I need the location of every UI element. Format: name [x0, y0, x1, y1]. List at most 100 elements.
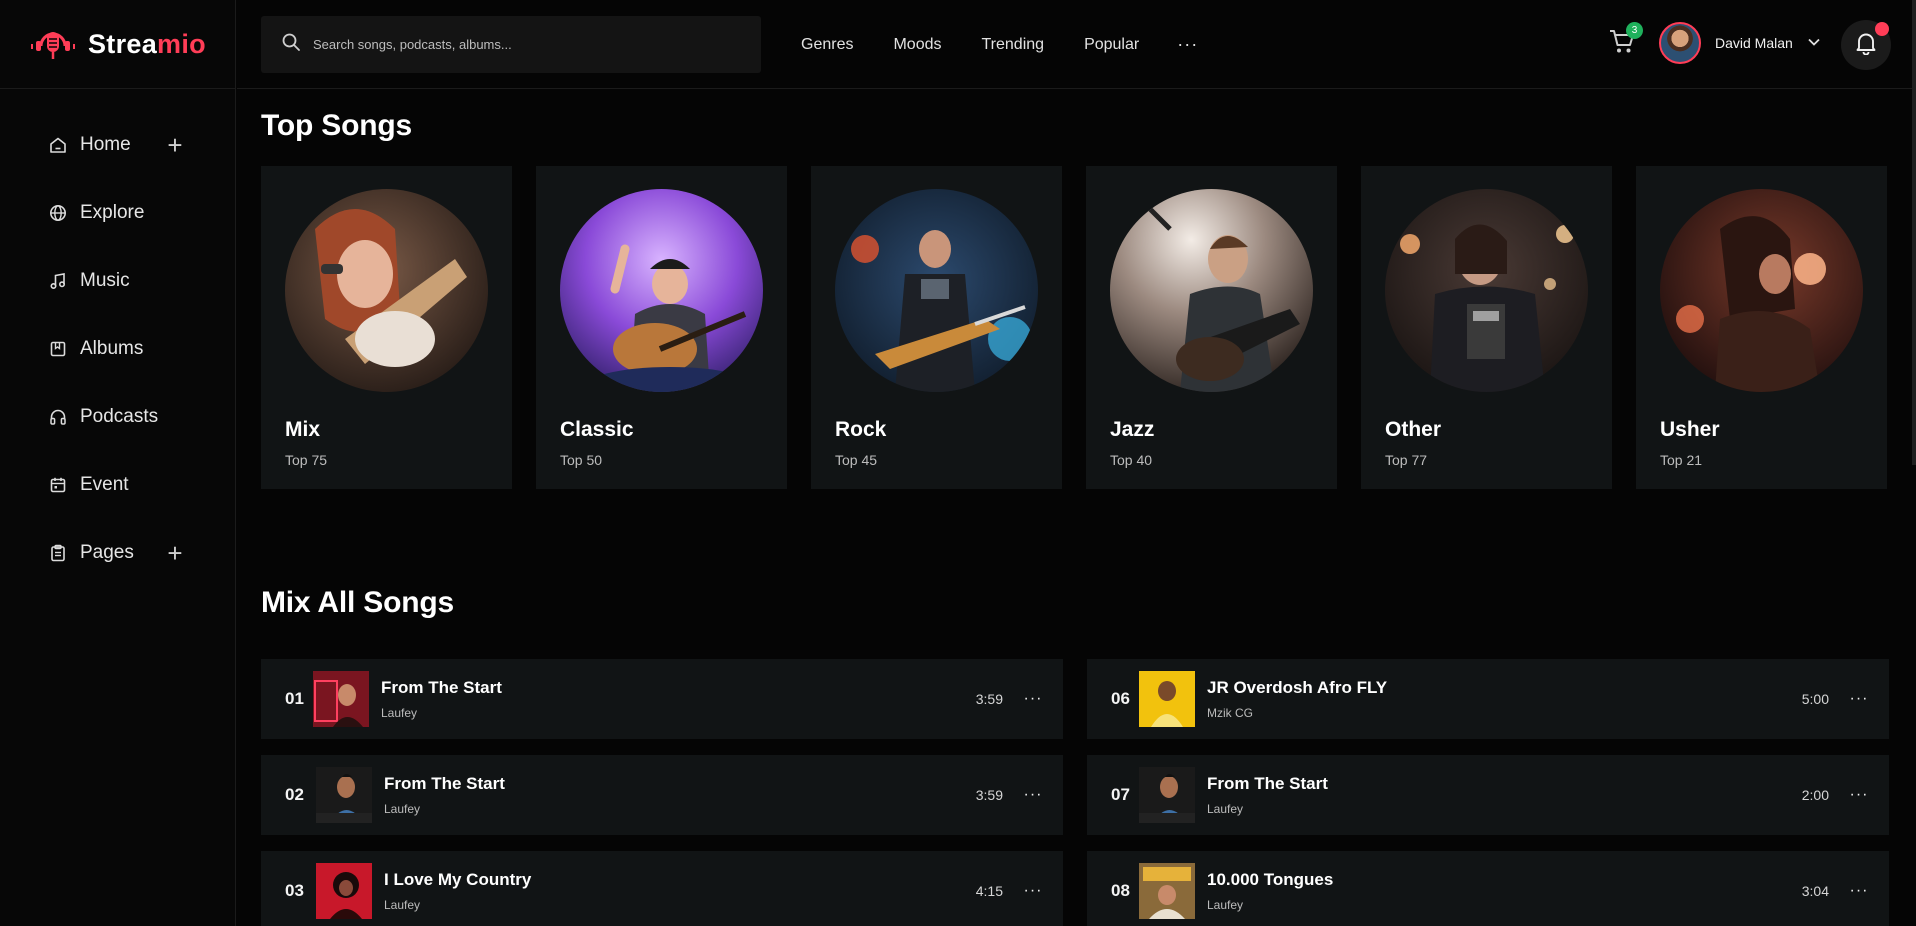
clipboard-icon [48, 543, 68, 563]
song-cover-image [1139, 767, 1195, 823]
song-more-button[interactable]: ··· [1829, 786, 1889, 804]
song-row[interactable]: 03 I Love My Country Laufey 4:15 ··· [261, 851, 1063, 926]
search-input[interactable] [313, 37, 733, 52]
section-title-top-songs: Top Songs [261, 109, 412, 142]
song-more-button[interactable]: ··· [1003, 882, 1063, 900]
genre-count: Top 21 [1660, 452, 1703, 468]
song-row[interactable]: 06 JR Overdosh Afro FLY Mzik CG 5:00 ··· [1087, 659, 1889, 739]
song-cover-image [313, 671, 369, 727]
song-duration: 3:59 [975, 787, 1003, 803]
genre-cover-image [1110, 189, 1313, 392]
genre-count: Top 40 [1110, 452, 1153, 468]
song-row[interactable]: 02 From The Start Laufey 3:59 ··· [261, 755, 1063, 835]
section-title-mix-all-songs: Mix All Songs [261, 586, 454, 619]
sidebar: Streamio Home + Explore Music Albums Pod… [0, 0, 236, 926]
song-duration: 3:59 [975, 691, 1003, 707]
song-number: 01 [285, 689, 304, 708]
sidebar-item-label: Podcasts [80, 406, 159, 427]
song-duration: 3:04 [1801, 883, 1829, 899]
sidebar-item-label: Home [80, 134, 131, 155]
nav-popular[interactable]: Popular [1084, 36, 1139, 54]
song-info: From The Start Laufey [1207, 774, 1769, 816]
genre-card-other[interactable]: Other Top 77 [1361, 166, 1612, 489]
microphone-logo-icon [28, 24, 78, 64]
avatar [1659, 22, 1701, 64]
song-number: 02 [285, 785, 304, 804]
user-name: David Malan [1715, 35, 1793, 51]
genre-cover-image [835, 189, 1038, 392]
sidebar-item-albums[interactable]: Albums [0, 315, 235, 383]
genre-name: Other [1385, 418, 1442, 441]
genre-card-jazz[interactable]: Jazz Top 40 [1086, 166, 1337, 489]
sidebar-item-label: Pages [80, 542, 134, 563]
sidebar-item-podcasts[interactable]: Podcasts [0, 383, 235, 451]
notifications-button[interactable] [1841, 20, 1891, 70]
song-info: JR Overdosh Afro FLY Mzik CG [1207, 678, 1769, 720]
sidebar-nav: Home + Explore Music Albums Podcasts Eve… [0, 89, 235, 587]
nav-more-button[interactable]: ··· [1177, 34, 1198, 55]
genre-count: Top 45 [835, 452, 878, 468]
song-row[interactable]: 01 From The Start Laufey 3:59 ··· [261, 659, 1063, 739]
song-more-button[interactable]: ··· [1829, 882, 1889, 900]
home-icon [48, 135, 68, 155]
genre-cover-image [1385, 189, 1588, 392]
song-cover-image [316, 863, 372, 919]
song-number: 03 [285, 881, 304, 900]
song-number: 08 [1111, 881, 1130, 900]
logo[interactable]: Streamio [0, 0, 235, 89]
search-box[interactable] [261, 16, 761, 73]
genre-count: Top 77 [1385, 452, 1428, 468]
song-title: I Love My Country [384, 870, 532, 889]
song-duration: 5:00 [1801, 691, 1829, 707]
sidebar-item-label: Event [80, 474, 129, 495]
search-icon [281, 32, 301, 57]
song-more-button[interactable]: ··· [1829, 690, 1889, 708]
song-duration: 2:00 [1801, 787, 1829, 803]
cart-count-badge: 3 [1626, 22, 1643, 39]
genre-name: Mix [285, 418, 321, 441]
song-more-button[interactable]: ··· [1003, 690, 1063, 708]
song-row[interactable]: 08 10.000 Tongues Laufey 3:04 ··· [1087, 851, 1889, 926]
song-info: I Love My Country Laufey [384, 870, 943, 912]
sidebar-item-event[interactable]: Event [0, 451, 235, 519]
song-artist: Laufey [1207, 898, 1244, 912]
calendar-icon [48, 475, 68, 495]
nav-genres[interactable]: Genres [801, 36, 853, 54]
song-artist: Laufey [1207, 802, 1244, 816]
song-cover-image [1139, 671, 1195, 727]
sidebar-item-label: Explore [80, 202, 145, 223]
nav-moods[interactable]: Moods [893, 36, 941, 54]
notification-dot [1875, 22, 1889, 36]
scrollbar[interactable] [1912, 0, 1916, 465]
top-songs-cards: Mix Top 75 Classic Top 50 Rock Top 45 Ja… [261, 166, 1887, 489]
genre-name: Rock [835, 418, 887, 441]
top-nav: Genres Moods Trending Popular ··· [801, 0, 1198, 89]
genre-name: Usher [1660, 418, 1720, 441]
top-bar: Genres Moods Trending Popular ··· 3 Davi… [237, 0, 1916, 89]
sidebar-item-label: Music [80, 270, 130, 291]
genre-cover-image [560, 189, 763, 392]
sidebar-item-home[interactable]: Home + [0, 111, 235, 179]
song-artist: Laufey [384, 802, 421, 816]
genre-card-usher[interactable]: Usher Top 21 [1636, 166, 1887, 489]
song-cover-image [1139, 863, 1195, 919]
expand-plus-icon[interactable]: + [165, 540, 185, 566]
sidebar-item-music[interactable]: Music [0, 247, 235, 315]
genre-cover-image [285, 189, 488, 392]
nav-trending[interactable]: Trending [982, 36, 1045, 54]
bell-icon [1855, 31, 1877, 60]
genre-card-classic[interactable]: Classic Top 50 [536, 166, 787, 489]
sidebar-item-explore[interactable]: Explore [0, 179, 235, 247]
genre-card-rock[interactable]: Rock Top 45 [811, 166, 1062, 489]
user-menu[interactable]: David Malan [1659, 22, 1821, 64]
song-more-button[interactable]: ··· [1003, 786, 1063, 804]
sidebar-item-pages[interactable]: Pages + [0, 519, 235, 587]
logo-text: Streamio [88, 28, 206, 59]
cart-icon [1607, 30, 1637, 60]
song-duration: 4:15 [975, 883, 1003, 899]
song-row[interactable]: 07 From The Start Laufey 2:00 ··· [1087, 755, 1889, 835]
cart-button[interactable]: 3 [1607, 22, 1643, 60]
genre-card-mix[interactable]: Mix Top 75 [261, 166, 512, 489]
song-info: From The Start Laufey [384, 774, 943, 816]
expand-plus-icon[interactable]: + [165, 132, 185, 158]
